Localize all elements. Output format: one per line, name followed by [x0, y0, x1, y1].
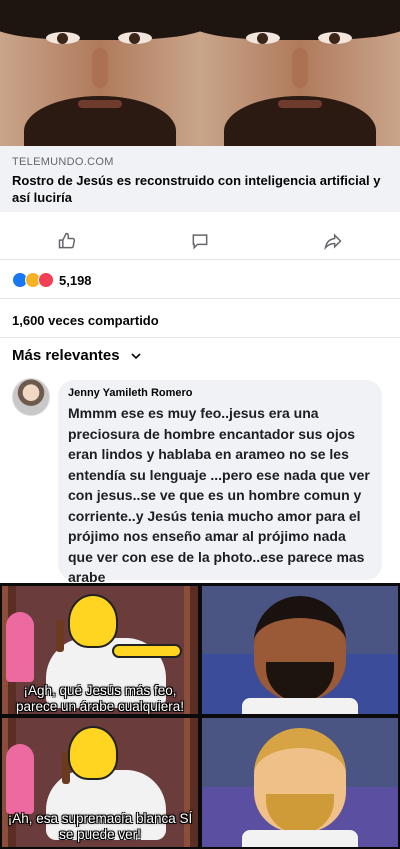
- meme-panel-white-jesus: [202, 718, 398, 847]
- face-left: [0, 0, 200, 146]
- meme-caption-top: ¡Agh, qué Jesús más feo, parece un árabe…: [15, 683, 185, 714]
- meme-image: ¡Agh, qué Jesús más feo, parece un árabe…: [0, 583, 400, 849]
- link-domain: TELEMUNDO.COM: [12, 156, 114, 168]
- face-right: [200, 0, 400, 146]
- thumbs-up-icon: [58, 232, 75, 248]
- reactions-summary[interactable]: 5,198: [12, 270, 92, 290]
- comment-icon: [192, 233, 208, 249]
- ai-jesus-face-image[interactable]: [0, 0, 400, 146]
- shares-count[interactable]: 1,600 veces compartido: [12, 313, 159, 328]
- share-arrow-icon: [324, 232, 342, 250]
- sort-label: Más relevantes: [12, 347, 120, 364]
- meme-panel-homer-1: ¡Agh, qué Jesús más feo, parece un árabe…: [2, 586, 198, 714]
- link-preview-card[interactable]: TELEMUNDO.COM Rostro de Jesús es reconst…: [0, 146, 400, 212]
- divider: [0, 337, 400, 338]
- comment-bubble: Jenny Yamileth Romero Mmmm ese es muy fe…: [58, 380, 382, 585]
- link-title: Rostro de Jesús es reconstruido con inte…: [12, 173, 381, 205]
- comment-text: Mmmm ese es muy feo..jesus era una preci…: [68, 405, 370, 585]
- share-button[interactable]: [313, 226, 353, 256]
- like-button[interactable]: [47, 226, 87, 256]
- comment-button[interactable]: [180, 226, 220, 256]
- love-reaction-icon: [38, 272, 54, 288]
- meme-panel-homer-2: ¡Ah, esa supremacía blanca SÍ se puede v…: [2, 718, 198, 847]
- reactions-count: 5,198: [59, 272, 92, 288]
- divider: [0, 298, 400, 299]
- meme-panel-dark-jesus: [202, 586, 398, 714]
- chevron-down-icon: [131, 352, 141, 359]
- meme-caption-bottom: ¡Ah, esa supremacía blanca SÍ se puede v…: [7, 811, 193, 842]
- comment-author[interactable]: Jenny Yamileth Romero: [68, 387, 372, 399]
- avatar[interactable]: [12, 378, 50, 416]
- action-bar: [0, 222, 400, 260]
- comment-sort-dropdown[interactable]: Más relevantes: [12, 347, 142, 364]
